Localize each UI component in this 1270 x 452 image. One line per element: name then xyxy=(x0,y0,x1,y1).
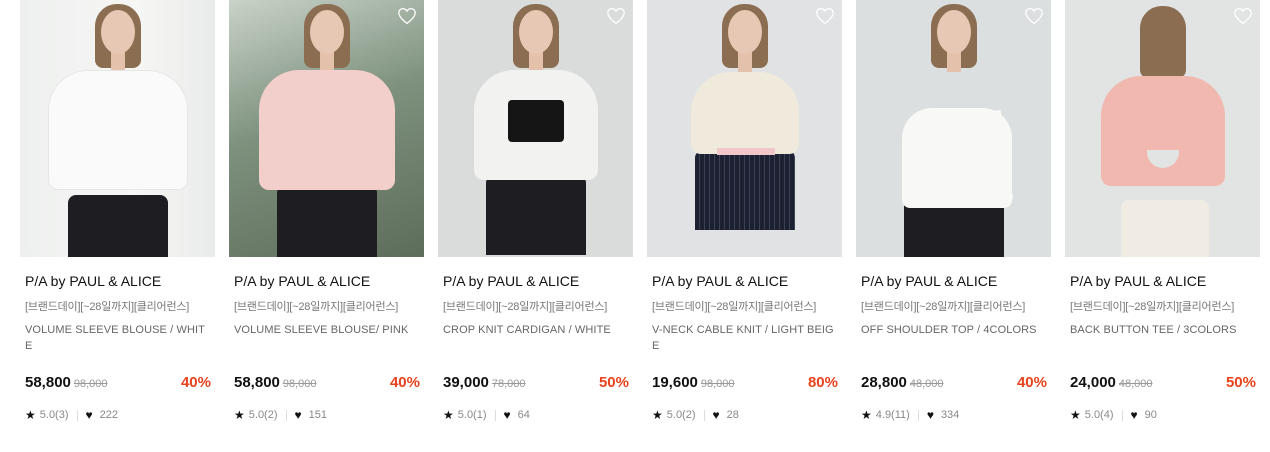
product-meta: ★ 5.0(3) ♥ 222 xyxy=(25,408,118,422)
product-card[interactable]: P/A by PAUL & ALICE [브랜드데이][~28일까지][클리어런… xyxy=(229,0,424,422)
product-name[interactable]: V-NECK CABLE KNIT / LIGHT BEIGE xyxy=(652,322,838,354)
original-price: 78,000 xyxy=(491,378,526,390)
divider xyxy=(917,409,919,421)
promo-tags: [브랜드데이][~28일까지][클리어런스] xyxy=(1070,301,1235,313)
discount-rate: 80% xyxy=(807,374,838,391)
product-meta: ★ 5.0(4) ♥ 90 xyxy=(1070,408,1157,422)
product-name[interactable]: OFF SHOULDER TOP / 4COLORS xyxy=(861,322,1047,338)
brand-name[interactable]: P/A by PAUL & ALICE xyxy=(861,273,997,289)
original-price: 98,000 xyxy=(73,378,108,390)
product-grid: P/A by PAUL & ALICE [브랜드데이][~28일까지][클리어런… xyxy=(0,0,1270,452)
product-image[interactable] xyxy=(647,0,842,257)
sale-price: 58,800 xyxy=(25,374,71,391)
divider xyxy=(285,409,287,421)
star-icon: ★ xyxy=(652,408,663,422)
product-card[interactable]: P/A by PAUL & ALICE [브랜드데이][~28일까지][클리어런… xyxy=(1065,0,1260,422)
sale-price: 19,600 xyxy=(652,374,698,391)
brand-name[interactable]: P/A by PAUL & ALICE xyxy=(234,273,370,289)
product-meta: ★ 4.9(11) ♥ 334 xyxy=(861,408,959,422)
brand-name[interactable]: P/A by PAUL & ALICE xyxy=(652,273,788,289)
price: 28,800 48,000 xyxy=(861,374,944,391)
product-meta: ★ 5.0(1) ♥ 64 xyxy=(443,408,530,422)
price: 58,800 98,000 xyxy=(234,374,317,391)
heart-filled-icon: ♥ xyxy=(1130,408,1138,422)
heart-filled-icon: ♥ xyxy=(926,408,934,422)
original-price: 98,000 xyxy=(700,378,735,390)
wishlist-heart-icon[interactable] xyxy=(1022,4,1046,28)
heart-filled-icon: ♥ xyxy=(294,408,302,422)
promo-tags: [브랜드데이][~28일까지][클리어런스] xyxy=(443,301,608,313)
product-image[interactable] xyxy=(438,0,633,257)
product-name[interactable]: CROP KNIT CARDIGAN / WHITE xyxy=(443,322,629,338)
price: 24,000 48,000 xyxy=(1070,374,1153,391)
price: 58,800 98,000 xyxy=(25,374,108,391)
heart-filled-icon: ♥ xyxy=(712,408,720,422)
product-meta: ★ 5.0(2) ♥ 28 xyxy=(652,408,739,422)
star-icon: ★ xyxy=(443,408,454,422)
brand-name[interactable]: P/A by PAUL & ALICE xyxy=(1070,273,1206,289)
star-icon: ★ xyxy=(234,408,245,422)
product-card[interactable]: P/A by PAUL & ALICE [브랜드데이][~28일까지][클리어런… xyxy=(856,0,1051,422)
product-card[interactable]: P/A by PAUL & ALICE [브랜드데이][~28일까지][클리어런… xyxy=(647,0,842,422)
like-count: 151 xyxy=(308,409,327,421)
product-image[interactable] xyxy=(856,0,1051,257)
price: 19,600 98,000 xyxy=(652,374,735,391)
product-image[interactable] xyxy=(1065,0,1260,257)
brand-name[interactable]: P/A by PAUL & ALICE xyxy=(25,273,161,289)
heart-filled-icon: ♥ xyxy=(503,408,511,422)
like-count: 222 xyxy=(99,409,118,421)
sale-price: 24,000 xyxy=(1070,374,1116,391)
star-icon: ★ xyxy=(1070,408,1081,422)
product-image[interactable] xyxy=(229,0,424,257)
original-price: 48,000 xyxy=(909,378,944,390)
promo-tags: [브랜드데이][~28일까지][클리어런스] xyxy=(234,301,399,313)
product-name[interactable]: BACK BUTTON TEE / 3COLORS xyxy=(1070,322,1256,338)
sale-price: 39,000 xyxy=(443,374,489,391)
heart-filled-icon: ♥ xyxy=(85,408,93,422)
like-count: 64 xyxy=(517,409,530,421)
divider xyxy=(76,409,78,421)
discount-rate: 50% xyxy=(1225,374,1256,391)
rating: 5.0(3) xyxy=(39,409,69,421)
product-name[interactable]: VOLUME SLEEVE BLOUSE / WHITE xyxy=(25,322,211,354)
product-card[interactable]: P/A by PAUL & ALICE [브랜드데이][~28일까지][클리어런… xyxy=(438,0,633,422)
wishlist-heart-icon[interactable] xyxy=(1231,4,1255,28)
star-icon: ★ xyxy=(861,408,872,422)
discount-rate: 50% xyxy=(598,374,629,391)
price: 39,000 78,000 xyxy=(443,374,526,391)
discount-rate: 40% xyxy=(1016,374,1047,391)
sale-price: 28,800 xyxy=(861,374,907,391)
wishlist-heart-icon[interactable] xyxy=(604,4,628,28)
star-icon: ★ xyxy=(25,408,36,422)
like-count: 28 xyxy=(726,409,739,421)
like-count: 334 xyxy=(940,409,960,421)
product-card[interactable]: P/A by PAUL & ALICE [브랜드데이][~28일까지][클리어런… xyxy=(20,0,215,422)
divider xyxy=(703,409,705,421)
product-name[interactable]: VOLUME SLEEVE BLOUSE/ PINK xyxy=(234,322,420,338)
sale-price: 58,800 xyxy=(234,374,280,391)
discount-rate: 40% xyxy=(389,374,420,391)
brand-name[interactable]: P/A by PAUL & ALICE xyxy=(443,273,579,289)
rating: 4.9(11) xyxy=(875,409,910,421)
rating: 5.0(2) xyxy=(666,409,696,421)
original-price: 48,000 xyxy=(1118,378,1153,390)
wishlist-heart-icon[interactable] xyxy=(395,4,419,28)
discount-rate: 40% xyxy=(180,374,211,391)
promo-tags: [브랜드데이][~28일까지][클리어런스] xyxy=(652,301,817,313)
rating: 5.0(4) xyxy=(1084,409,1114,421)
divider xyxy=(494,409,496,421)
wishlist-heart-icon[interactable] xyxy=(813,4,837,28)
original-price: 98,000 xyxy=(282,378,317,390)
rating: 5.0(1) xyxy=(457,409,487,421)
product-image[interactable] xyxy=(20,0,215,257)
product-meta: ★ 5.0(2) ♥ 151 xyxy=(234,408,327,422)
promo-tags: [브랜드데이][~28일까지][클리어런스] xyxy=(25,301,190,313)
rating: 5.0(2) xyxy=(248,409,278,421)
divider xyxy=(1121,409,1123,421)
like-count: 90 xyxy=(1144,409,1157,421)
promo-tags: [브랜드데이][~28일까지][클리어런스] xyxy=(861,301,1026,313)
